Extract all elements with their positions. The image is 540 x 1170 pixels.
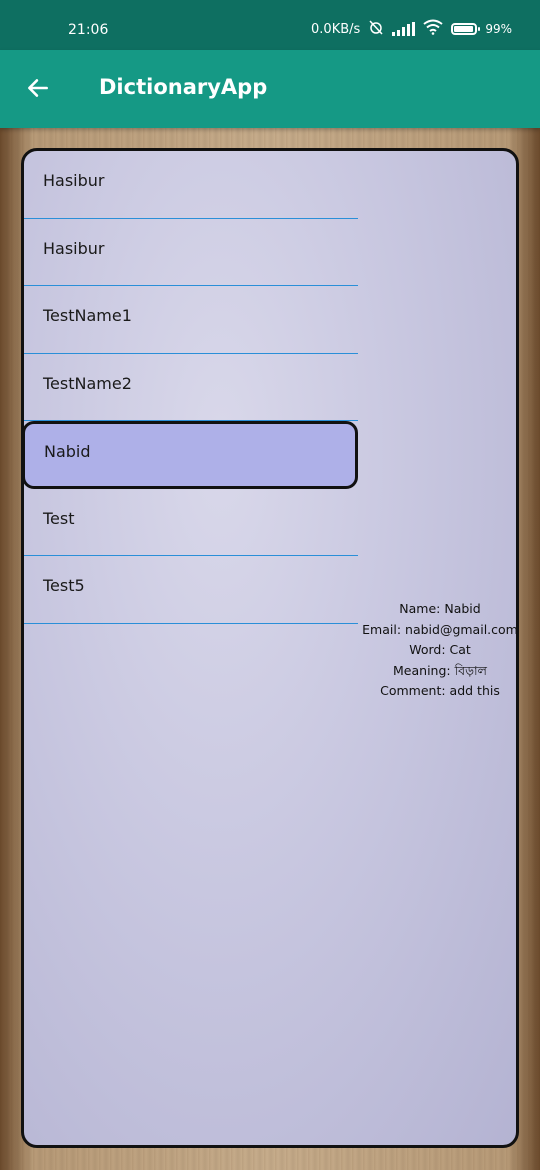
list-item[interactable]: TestName2 (24, 354, 358, 421)
list-item[interactable]: Hasibur (24, 151, 358, 219)
list-item-label: TestName1 (43, 306, 132, 325)
detail-comment: Comment: add this (380, 683, 500, 698)
network-speed: 0.0KB/s (311, 21, 361, 37)
app-title: DictionaryApp (99, 75, 268, 99)
detail-email: Email: nabid@gmail.com (362, 621, 518, 637)
list-item-label: Nabid (44, 442, 91, 461)
app-bar: DictionaryApp (0, 50, 540, 128)
back-button[interactable] (20, 72, 56, 108)
list-item[interactable]: Test5 (24, 556, 358, 624)
detail-name: Name: Nabid (399, 601, 481, 616)
detail-meaning: Meaning: বিড়াল (393, 662, 487, 678)
detail-word: Word: Cat (409, 642, 471, 657)
battery-level: 99% (485, 22, 512, 36)
list-item[interactable]: TestName1 (24, 286, 358, 354)
entry-details: Name: Nabid Email: nabid@gmail.com Word:… (358, 599, 518, 702)
status-bar: 21:06 0.0KB/s 99% (0, 0, 540, 50)
list-item[interactable]: Hasibur (24, 219, 358, 286)
list-item-label: TestName2 (43, 373, 132, 393)
signal-icon (392, 22, 416, 36)
arrow-left-icon (25, 75, 51, 105)
screen: 21:06 0.0KB/s 99% DictionaryApp Hasibur … (0, 0, 540, 1170)
alarm-off-icon (368, 19, 384, 39)
list-item-label: Test (43, 508, 75, 528)
wifi-icon (423, 19, 443, 39)
content-card: Hasibur Hasibur TestName1 TestName2 Nabi… (21, 148, 519, 1148)
list-item-label: Hasibur (43, 238, 105, 258)
entry-list: Hasibur Hasibur TestName1 TestName2 Nabi… (24, 151, 358, 624)
list-item-label: Hasibur (43, 171, 105, 190)
list-item[interactable]: Test (24, 489, 358, 556)
list-item-selected[interactable]: Nabid (24, 421, 358, 489)
status-time: 21:06 (68, 22, 109, 38)
list-item-label: Test5 (43, 576, 85, 595)
status-icons: 0.0KB/s 99% (311, 19, 512, 39)
battery-icon (451, 23, 481, 35)
